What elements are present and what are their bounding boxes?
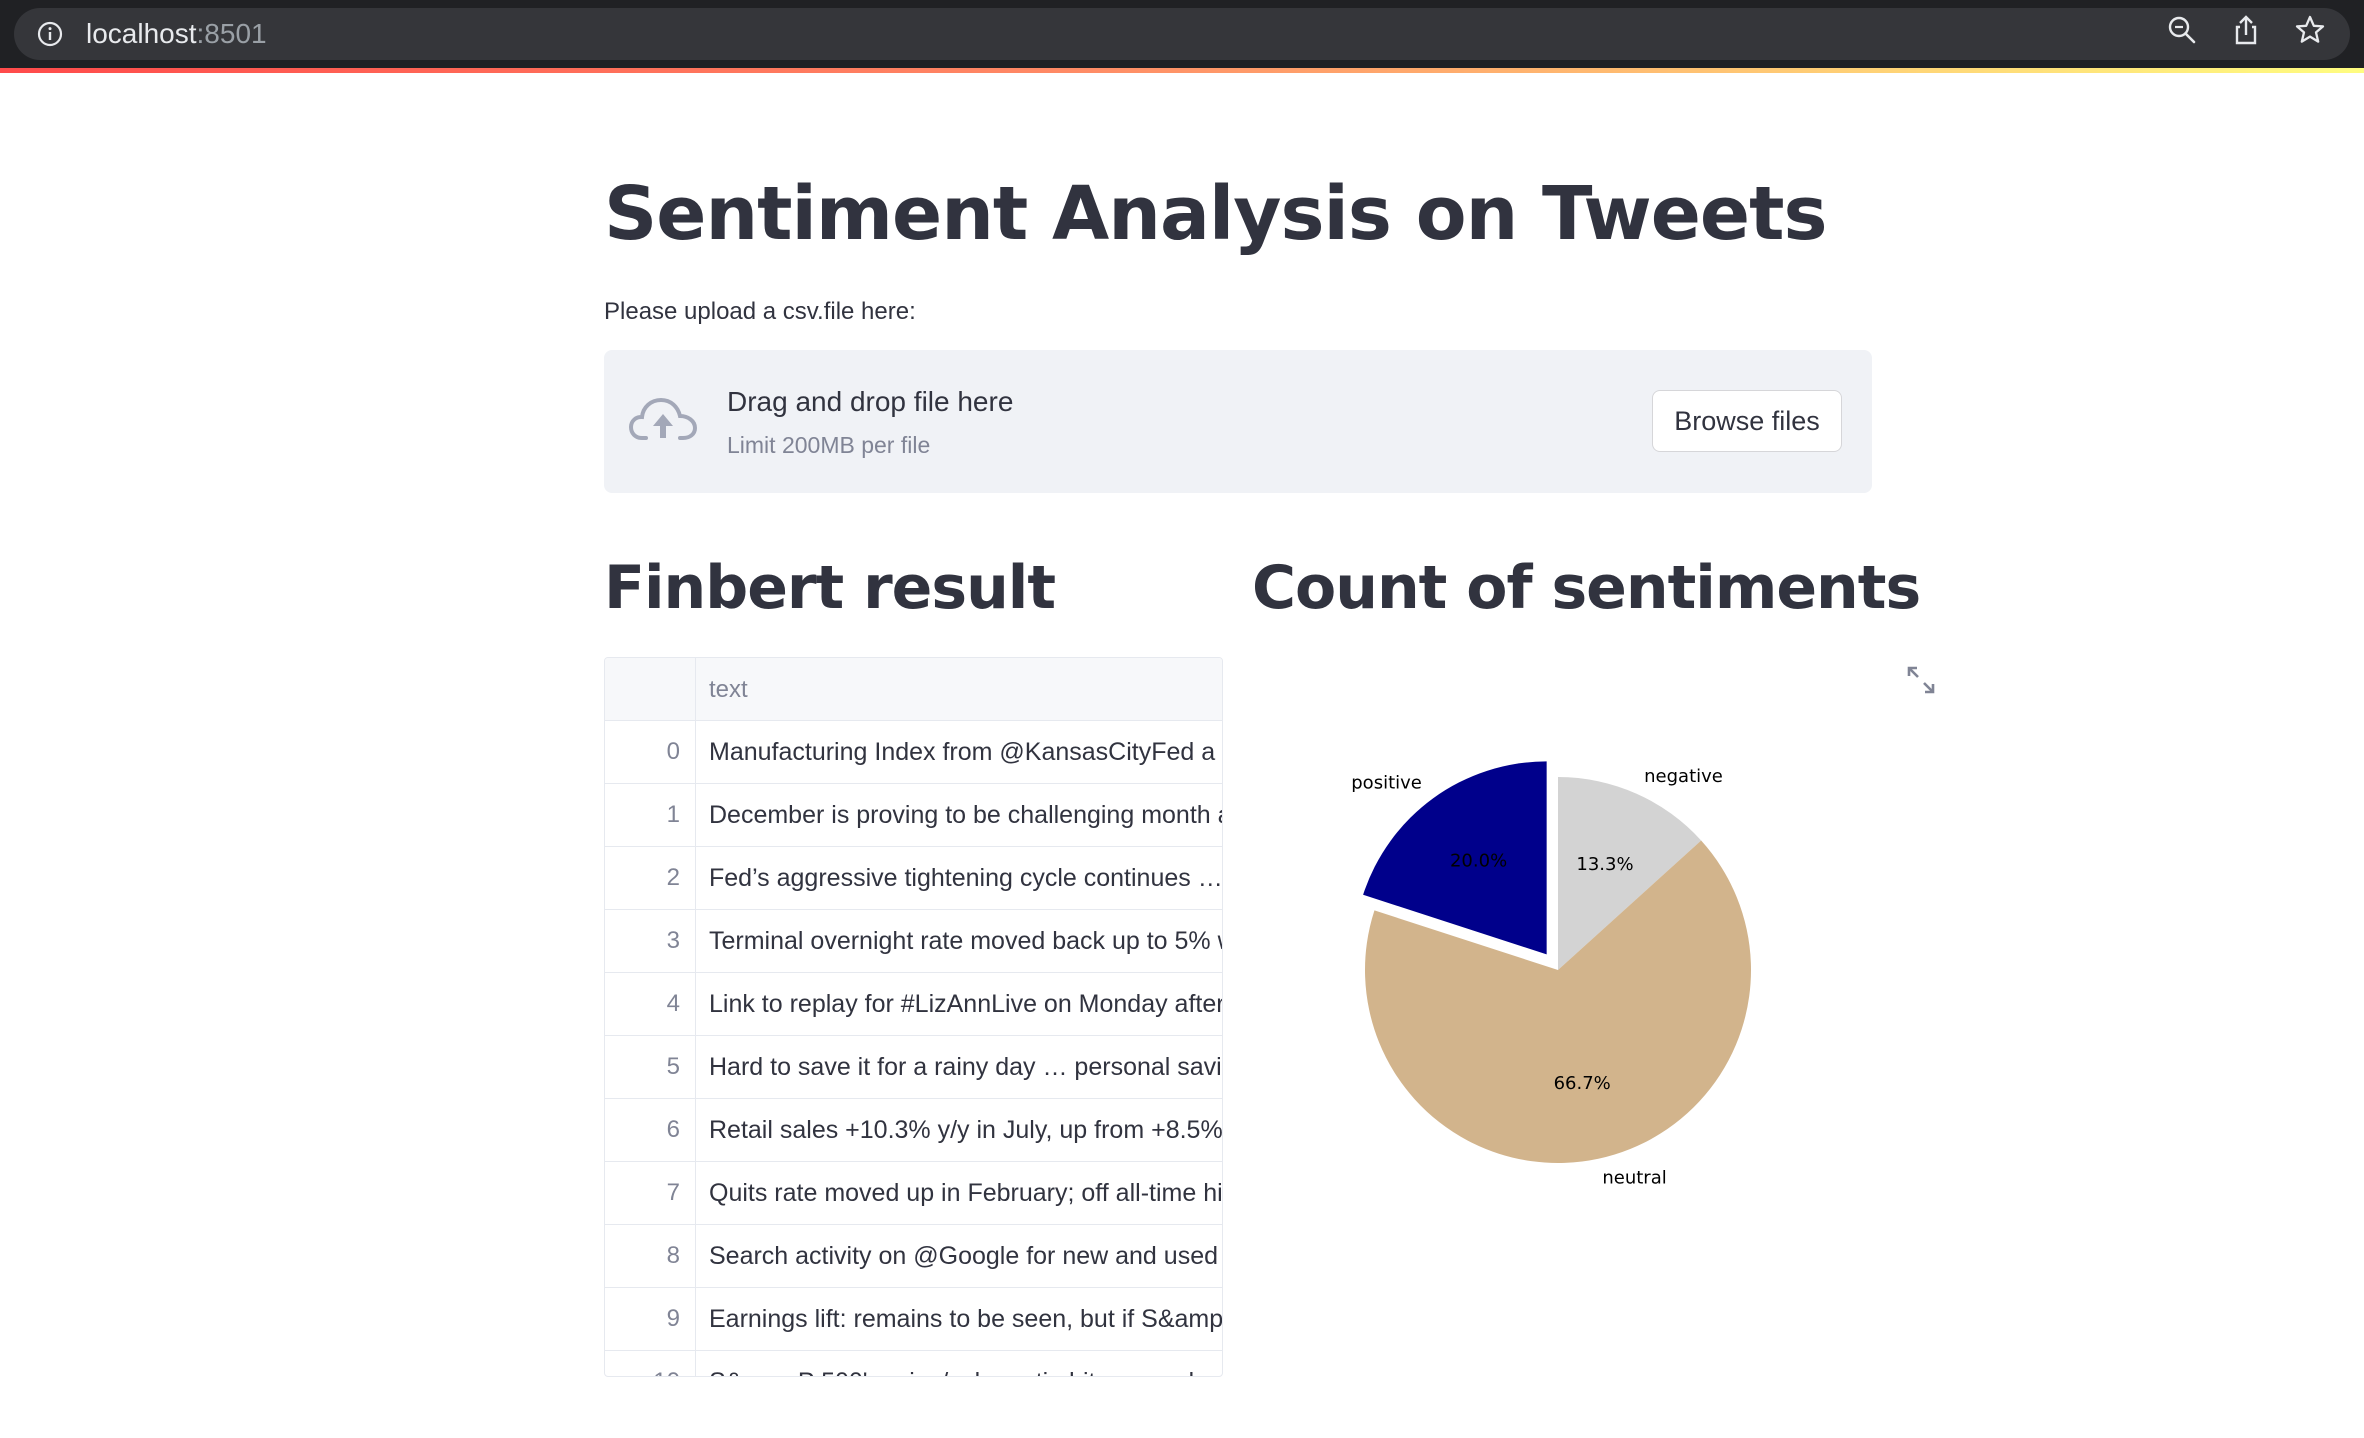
finbert-title: Finbert result — [604, 553, 1056, 623]
url-host: localhost — [86, 18, 197, 49]
dropzone-title: Drag and drop file here — [727, 386, 1014, 417]
row-text-cell[interactable]: Retail sales +10.3% y/y in July, up from… — [709, 1099, 1222, 1162]
dropzone-limit: Limit 200MB per file — [727, 432, 931, 458]
row-text-cell[interactable]: Hard to save it for a rainy day … person… — [709, 1036, 1222, 1099]
table-row[interactable]: 9 Earnings lift: remains to be seen, but … — [605, 1288, 1222, 1351]
share-icon[interactable] — [2230, 14, 2262, 46]
bookmark-star-icon[interactable] — [2294, 14, 2326, 46]
row-text-cell[interactable]: Earnings lift: remains to be seen, but i… — [709, 1288, 1222, 1351]
browse-files-button[interactable]: Browse files — [1652, 390, 1842, 452]
pie-pct-label-positive: 20.0% — [1450, 851, 1507, 872]
column-header-text[interactable]: text — [709, 676, 748, 704]
count-title: Count of sentiments — [1252, 553, 1921, 623]
row-index: 3 — [605, 910, 696, 973]
pie-pct-label-neutral: 66.7% — [1554, 1073, 1611, 1094]
site-info-icon[interactable] — [36, 20, 64, 48]
zoom-icon[interactable] — [2166, 14, 2198, 46]
pie-label-neutral: neutral — [1602, 1168, 1666, 1189]
table-row[interactable]: 1 December is proving to be challenging m… — [605, 784, 1222, 847]
row-text-cell[interactable]: Quits rate moved up in February; off all… — [709, 1162, 1222, 1225]
table-row[interactable]: 0 Manufacturing Index from @KansasCityFed… — [605, 721, 1222, 784]
row-text-cell[interactable]: S&amp;P 500's price/sales ratio hit a re… — [709, 1351, 1222, 1376]
row-text-cell[interactable]: Fed’s aggressive tightening cycle contin… — [709, 847, 1222, 910]
address-bar[interactable]: localhost:8501 — [14, 8, 2350, 60]
row-index: 5 — [605, 1036, 696, 1099]
pie-pct-label-negative: 13.3% — [1576, 854, 1633, 875]
cloud-upload-icon — [628, 397, 698, 440]
url-text: localhost:8501 — [86, 20, 267, 48]
row-index: 0 — [605, 721, 696, 784]
row-index: 7 — [605, 1162, 696, 1225]
app-decoration-bar — [0, 68, 2364, 73]
row-index: 2 — [605, 847, 696, 910]
upload-label: Please upload a csv.file here: — [604, 298, 916, 325]
table-row[interactable]: 10 S&amp;P 500's price/sales ratio hit a … — [605, 1351, 1222, 1376]
row-index: 9 — [605, 1288, 696, 1351]
table-row[interactable]: 2 Fed’s aggressive tightening cycle conti… — [605, 847, 1222, 910]
row-text-cell[interactable]: Terminal overnight rate moved back up to… — [709, 910, 1222, 973]
dataframe-header: text — [605, 658, 1222, 721]
row-text-cell[interactable]: Search activity on @Google for new and u… — [709, 1225, 1222, 1288]
table-row[interactable]: 3 Terminal overnight rate moved back up t… — [605, 910, 1222, 973]
row-index: 4 — [605, 973, 696, 1036]
fullscreen-expand-icon[interactable] — [1906, 665, 1936, 695]
url-port: :8501 — [196, 18, 267, 49]
row-index: 10 — [605, 1351, 696, 1376]
table-row[interactable]: 6 Retail sales +10.3% y/y in July, up fro… — [605, 1099, 1222, 1162]
row-index: 1 — [605, 784, 696, 847]
table-row[interactable]: 7 Quits rate moved up in February; off al… — [605, 1162, 1222, 1225]
row-text-cell[interactable]: December is proving to be challenging mo… — [709, 784, 1222, 847]
table-row[interactable]: 4 Link to replay for #LizAnnLive on Monda… — [605, 973, 1222, 1036]
sentiment-pie-chart: 13.3% negative 66.7% neutral 20.0% positive — [1351, 761, 1751, 1189]
row-index: 6 — [605, 1099, 696, 1162]
browser-toolbar: localhost:8501 — [0, 0, 2364, 68]
file-dropzone[interactable]: Drag and drop file here Limit 200MB per … — [604, 350, 1872, 493]
row-index: 8 — [605, 1225, 696, 1288]
row-text-cell[interactable]: Link to replay for #LizAnnLive on Monday… — [709, 973, 1222, 1036]
table-row[interactable]: 8 Search activity on @Google for new and … — [605, 1225, 1222, 1288]
finbert-dataframe[interactable]: text 0 Manufacturing Index from @KansasCi… — [604, 657, 1223, 1377]
row-text-cell[interactable]: Manufacturing Index from @KansasCityFed … — [709, 721, 1222, 784]
index-header-cell — [605, 658, 696, 721]
pie-label-positive: positive — [1351, 773, 1422, 794]
page-title: Sentiment Analysis on Tweets — [604, 171, 1828, 257]
pie-label-negative: negative — [1644, 766, 1723, 787]
table-row[interactable]: 5 Hard to save it for a rainy day … perso… — [605, 1036, 1222, 1099]
